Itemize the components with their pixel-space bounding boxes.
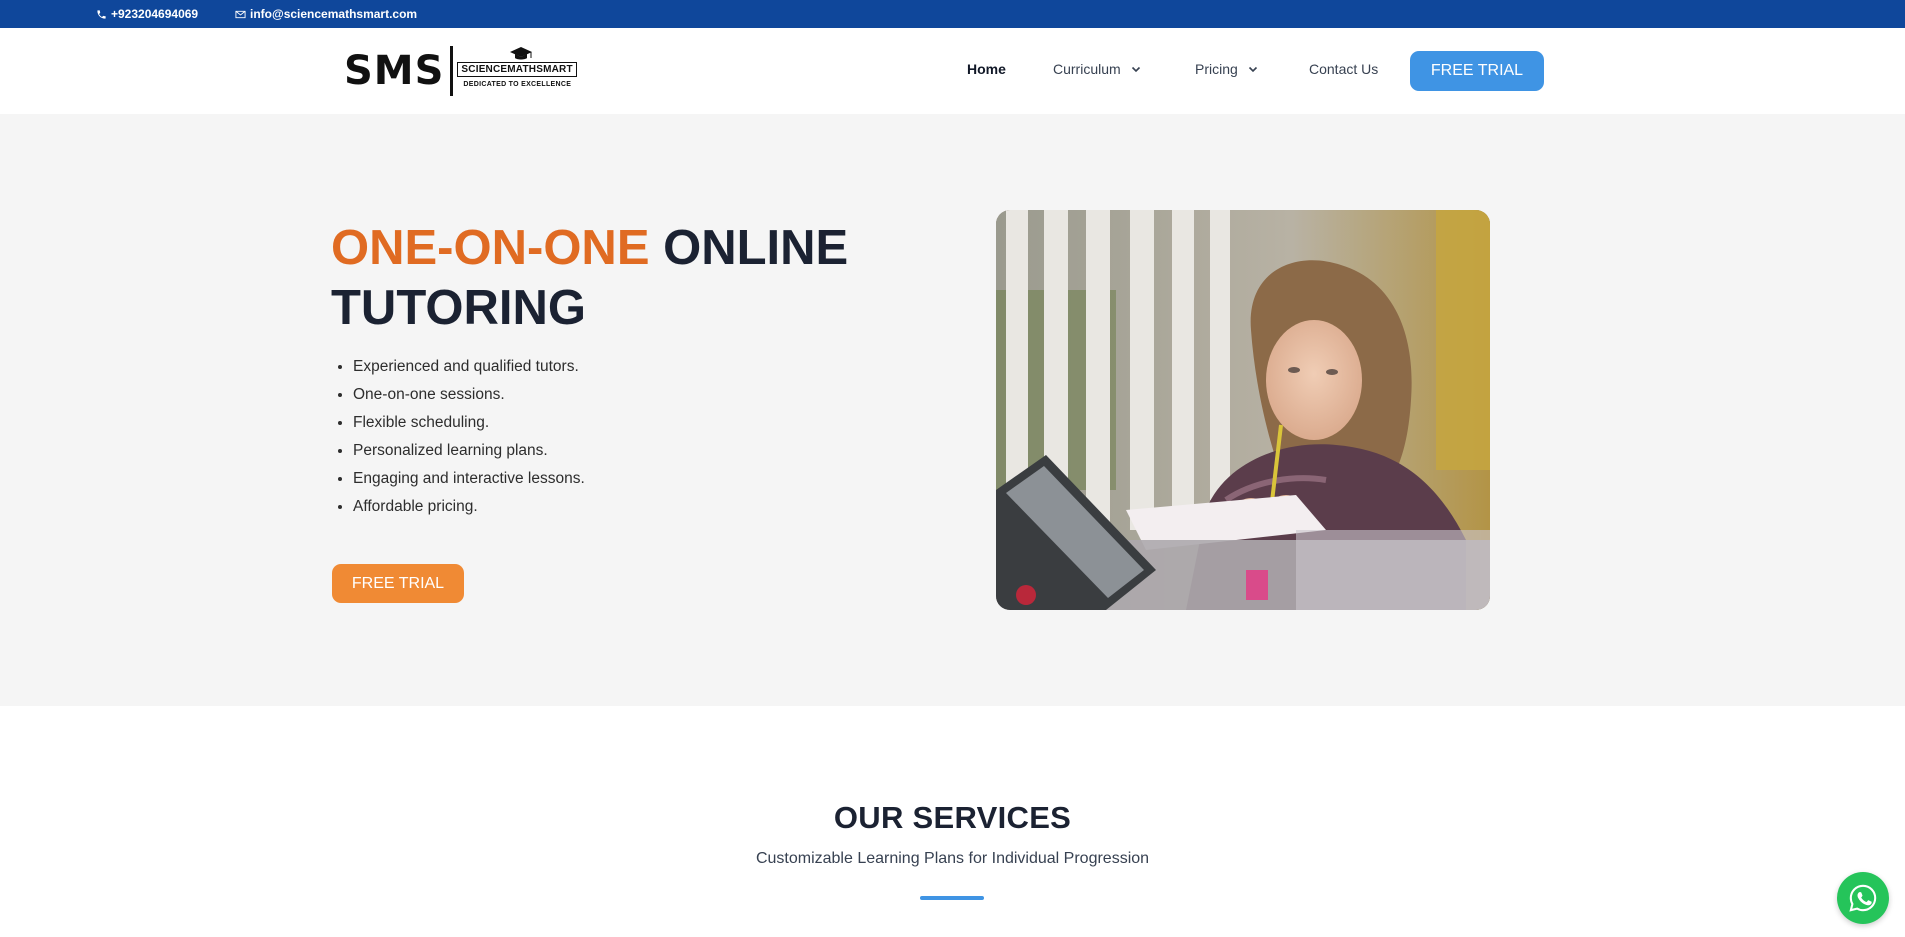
hero-free-trial-button[interactable]: FREE TRIAL [332,564,464,603]
chevron-down-icon [1248,66,1257,73]
list-item: Engaging and interactive lessons. [353,465,585,493]
hero-section: ONE-ON-ONE ONLINE TUTORING Experienced a… [0,114,1905,706]
list-item: Flexible scheduling. [353,409,585,437]
logo-mark: SMS [344,48,445,94]
hero-title: ONE-ON-ONE ONLINE TUTORING [331,218,931,338]
logo-wordmark: SCIENCEMATHSMART DEDICATED TO EXCELLENCE [457,46,587,96]
list-item: Experienced and qualified tutors. [353,353,585,381]
child-studying-photo [996,210,1490,610]
hero-title-highlight: ONE-ON-ONE [331,221,650,275]
nav-contact-label: Contact Us [1309,61,1379,77]
chevron-down-icon [1131,66,1140,73]
logo-divider [450,46,454,96]
nav-home-label: Home [967,61,1006,77]
email-address: info@sciencemathsmart.com [250,7,418,21]
envelope-icon [235,10,246,18]
feature-list: Experienced and qualified tutors. One-on… [353,353,585,521]
site-header: SMS SCIENCEMATHSMART DEDICATED TO EXCELL… [0,28,1905,114]
services-title: OUR SERVICES [833,800,1072,835]
section-divider [920,896,984,900]
graduation-cap-icon [510,47,533,60]
header-free-trial-button[interactable]: FREE TRIAL [1410,51,1544,91]
phone-contact[interactable]: +923204694069 [96,7,198,21]
top-contact-bar: +923204694069 info@sciencemathsmart.com [0,0,1905,28]
list-item: One-on-one sessions. [353,381,585,409]
nav-pricing-label: Pricing [1195,61,1238,77]
site-logo[interactable]: SMS SCIENCEMATHSMART DEDICATED TO EXCELL… [344,43,594,99]
nav-curriculum[interactable]: Curriculum [1053,61,1141,77]
nav-home[interactable]: Home [967,61,1006,77]
nav-contact[interactable]: Contact Us [1309,61,1378,77]
services-subtitle: Customizable Learning Plans for Individu… [755,850,1150,867]
phone-icon [97,9,106,19]
list-item: Affordable pricing. [353,493,585,521]
whatsapp-icon [1849,884,1877,912]
email-contact[interactable]: info@sciencemathsmart.com [235,7,417,21]
phone-number: +923204694069 [111,7,199,21]
whatsapp-chat-button[interactable] [1837,872,1889,924]
nav-curriculum-label: Curriculum [1053,61,1121,77]
nav-pricing[interactable]: Pricing [1195,61,1258,77]
logo-tagline: DEDICATED TO EXCELLENCE [463,81,572,88]
list-item: Personalized learning plans. [353,437,585,465]
hero-photo [996,210,1490,610]
logo-name: SCIENCEMATHSMART [457,62,577,77]
